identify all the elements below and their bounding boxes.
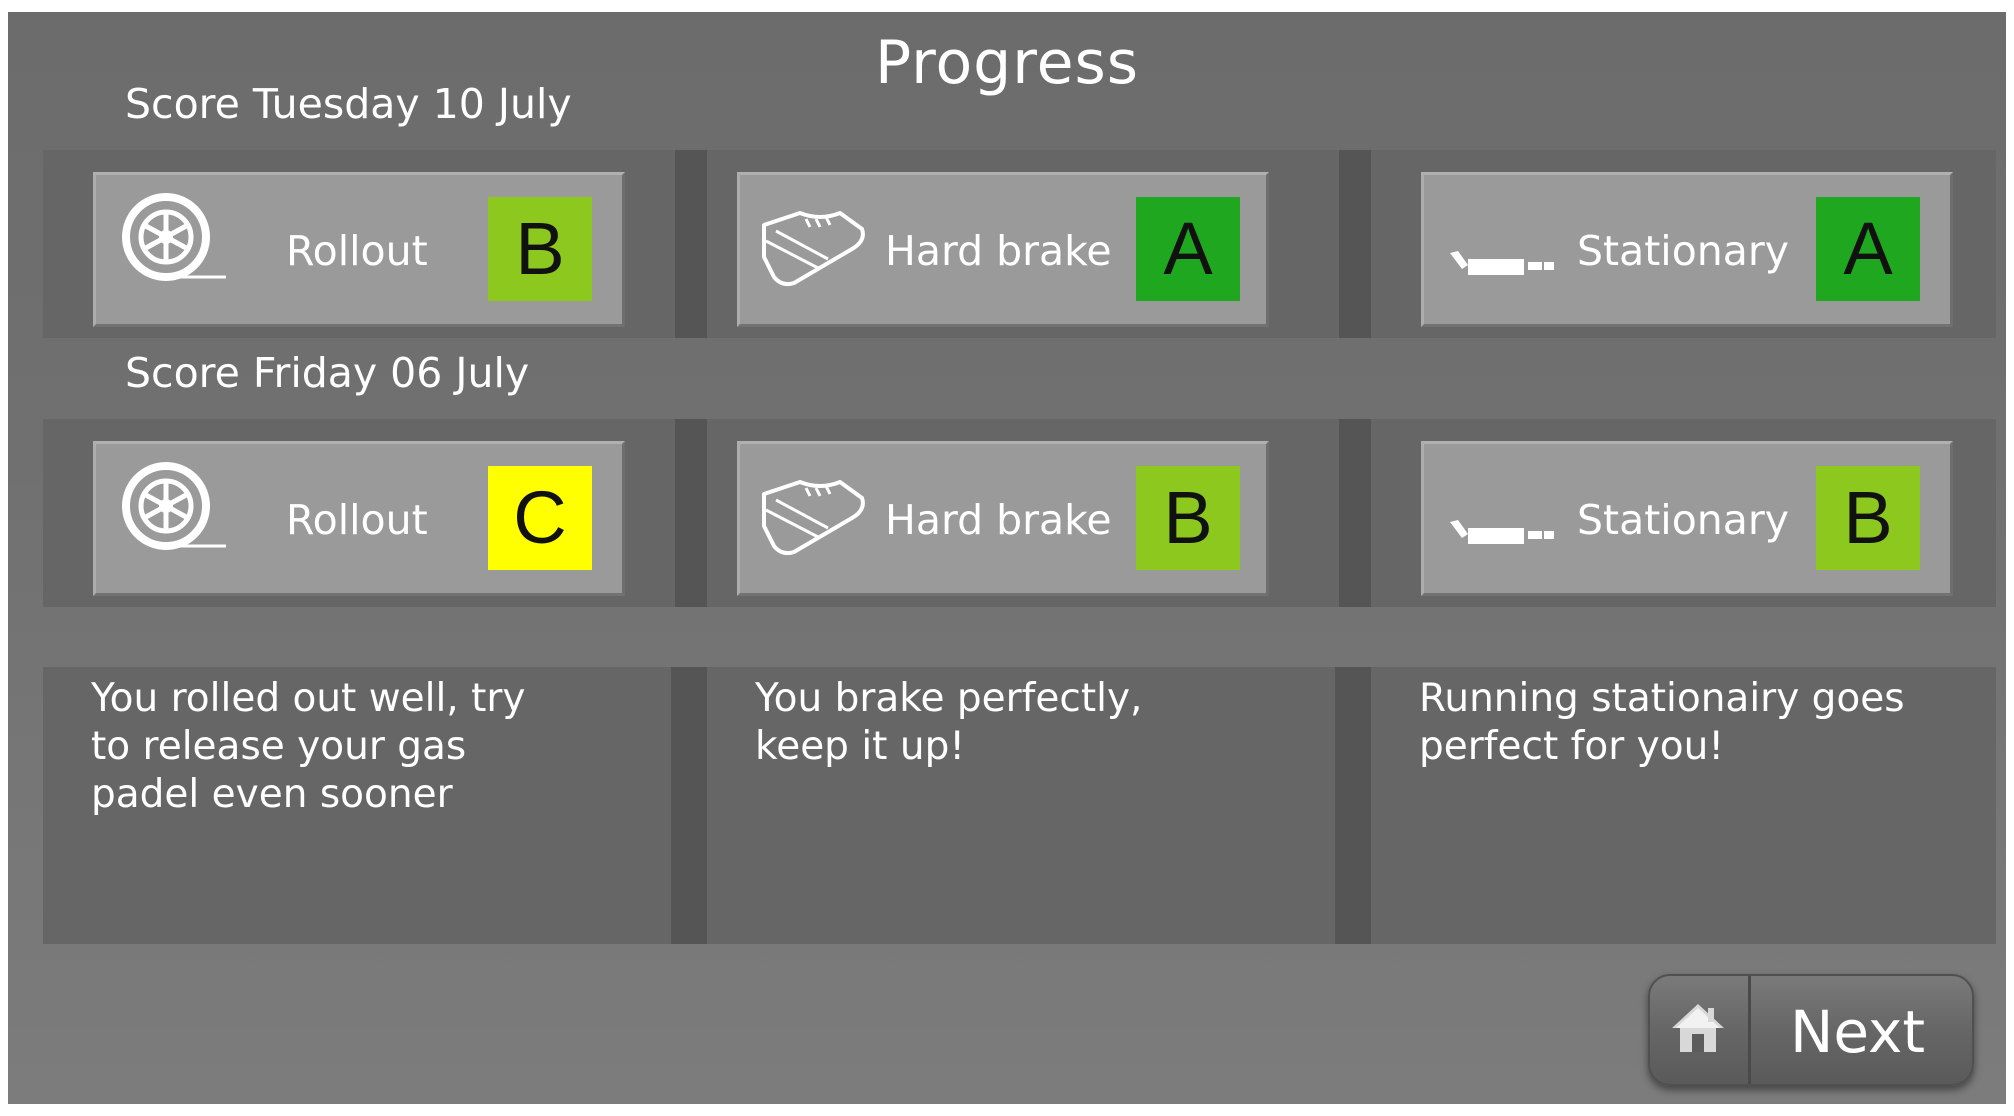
grade-badge: A [1816, 197, 1920, 301]
score-card-rollout[interactable]: Rollout B [93, 172, 625, 327]
home-icon [1672, 1004, 1724, 1052]
score-card-stationary[interactable]: Stationary A [1421, 172, 1953, 327]
feedback-text: You rolled out well, try to release your… [91, 676, 526, 817]
score-label: Rollout [286, 227, 428, 275]
score-row: Rollout B Hard brake A Stationary A [43, 150, 1996, 338]
grade-badge: C [488, 466, 592, 570]
exhaust-icon [1450, 520, 1554, 544]
wheel-icon [122, 462, 226, 550]
score-cell-hard-brake: Hard brake A [707, 150, 1339, 338]
score-cell-hard-brake: Hard brake B [707, 419, 1339, 607]
next-button[interactable]: Next [1648, 974, 1974, 1086]
score-card-stationary[interactable]: Stationary B [1421, 441, 1953, 596]
score-label: Rollout [286, 496, 428, 544]
grade-badge: B [488, 197, 592, 301]
score-card-rollout[interactable]: Rollout C [93, 441, 625, 596]
wheel-icon [122, 193, 226, 281]
score-cell-rollout: Rollout B [43, 150, 675, 338]
score-label: Hard brake [885, 227, 1112, 275]
feedback-row: You rolled out well, try to release your… [43, 667, 1996, 944]
exhaust-icon [1450, 251, 1554, 275]
feedback-rollout: You rolled out well, try to release your… [43, 667, 671, 944]
score-card-hard-brake[interactable]: Hard brake A [737, 172, 1269, 327]
grade-badge: B [1136, 466, 1240, 570]
score-cell-stationary: Stationary B [1371, 419, 1996, 607]
feedback-stationary: Running stationairy goes perfect for you… [1371, 667, 1996, 944]
feedback-hard-brake: You brake perfectly, keep it up! [707, 667, 1335, 944]
score-cell-stationary: Stationary A [1371, 150, 1996, 338]
grade-badge: A [1136, 197, 1240, 301]
score-row: Rollout C Hard brake B Stationary B [43, 419, 1996, 607]
session-date-label: Score Friday 06 July [125, 349, 530, 397]
feedback-text: You brake perfectly, keep it up! [755, 676, 1143, 769]
score-label: Stationary [1577, 496, 1790, 544]
score-card-hard-brake[interactable]: Hard brake B [737, 441, 1269, 596]
shoe-icon [762, 480, 865, 556]
session-date-label: Score Tuesday 10 July [125, 80, 572, 128]
grade-badge: B [1816, 466, 1920, 570]
score-label: Stationary [1577, 227, 1790, 275]
score-cell-rollout: Rollout C [43, 419, 675, 607]
feedback-text: Running stationairy goes perfect for you… [1419, 676, 1905, 769]
home-button-section[interactable] [1650, 976, 1751, 1084]
shoe-icon [762, 211, 865, 287]
progress-screen: Progress Score Tuesday 10 July Rollout B… [8, 12, 2006, 1104]
next-button-label: Next [1790, 998, 1926, 1066]
score-label: Hard brake [885, 496, 1112, 544]
